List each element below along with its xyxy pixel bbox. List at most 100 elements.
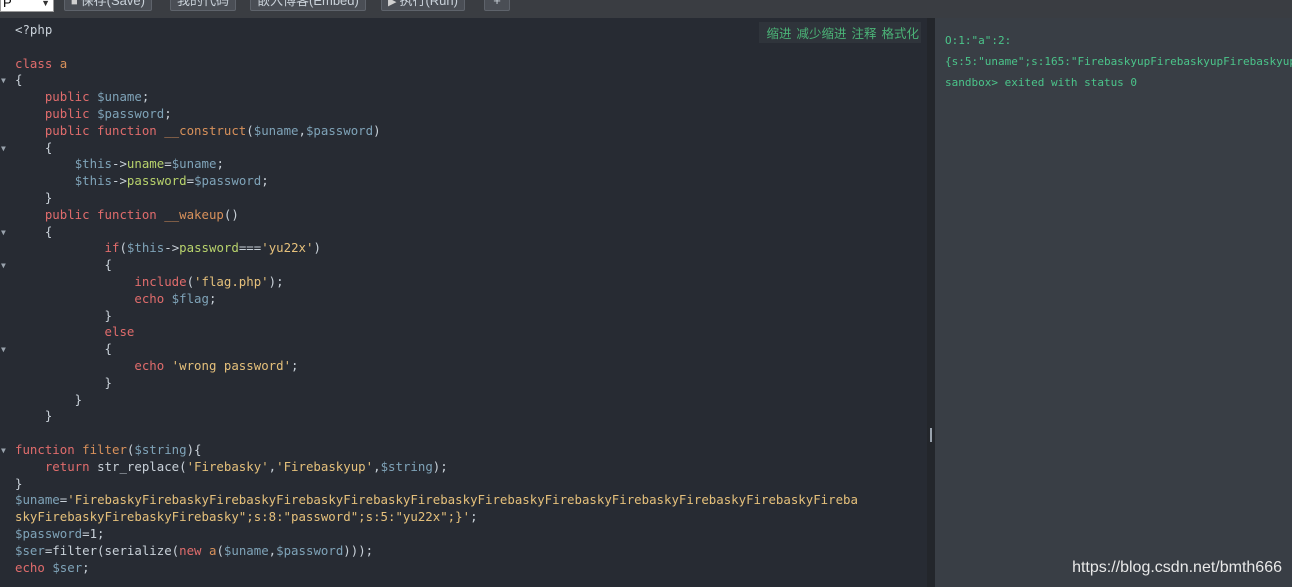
code-line: $password=1; <box>15 526 105 541</box>
code-line: $this->uname=$uname; <box>15 156 224 171</box>
code-token: -> <box>112 173 127 189</box>
fold-arrow-icon[interactable]: ▼ <box>1 144 6 153</box>
code-token: ); <box>432 458 448 474</box>
code-token: ); <box>268 273 284 289</box>
editor-tool-3[interactable]: 格式化 <box>881 27 919 41</box>
output-panel: O:1:"a":2: {s:5:"uname";s:165:"Firebaskyu… <box>935 18 1292 587</box>
editor-tool-0[interactable]: 缩进 <box>766 27 791 41</box>
code-line: { <box>15 140 52 155</box>
code-token: $password <box>194 173 262 189</box>
code-token: 'Firebaskyup' <box>276 458 374 474</box>
code-token: $flag <box>171 290 209 306</box>
code-token: = <box>186 173 195 189</box>
save-icon: ■ <box>71 0 78 8</box>
code-content[interactable]: <?php class a { public $uname; public $p… <box>15 22 858 576</box>
code-line: echo $ser; <box>15 560 90 575</box>
code-token: $password <box>276 542 344 558</box>
code-token: } <box>15 374 112 390</box>
code-line: } <box>15 375 112 390</box>
code-token: else <box>104 324 135 340</box>
splitter-grip-icon[interactable] <box>930 428 932 442</box>
code-token: echo <box>134 290 172 306</box>
code-token: 'yu22x' <box>261 240 314 256</box>
editor-tool-1[interactable]: 减少缩进 <box>796 27 846 41</box>
code-token: $this <box>74 156 112 172</box>
code-token: $password <box>97 105 165 121</box>
code-line: } <box>15 476 22 491</box>
code-line: } <box>15 408 52 423</box>
language-select[interactable]: P ▼ <box>0 0 54 12</box>
code-token: $string <box>380 458 433 474</box>
embed-button[interactable]: 嵌入博客(Embed) <box>250 0 366 11</box>
code-editor[interactable]: ▼ ▼ ▼ ▼ ▼ ▼ <?php class a { public $uname; pu… <box>0 18 927 587</box>
code-line: { <box>15 224 52 239</box>
code-line: if($this->password==='yu22x') <box>15 240 321 255</box>
code-token: public function <box>44 122 165 138</box>
code-token: $uname <box>171 156 217 172</box>
watermark: https://blog.csdn.net/bmth666 <box>1072 559 1282 576</box>
code-token: } <box>15 475 23 491</box>
code-token: { <box>15 72 23 88</box>
code-line: public $password; <box>15 106 172 121</box>
code-token: $uname <box>253 122 299 138</box>
code-token: $ser <box>15 542 45 558</box>
fold-arrow-icon[interactable]: ▼ <box>1 228 6 237</box>
save-button[interactable]: ■ 保存(Save) <box>64 0 152 11</box>
code-token: () <box>223 206 239 222</box>
code-line: { <box>15 72 22 87</box>
code-token: echo <box>15 559 53 575</box>
code-token: $uname <box>97 89 142 105</box>
my-code-button[interactable]: 我的代码 <box>170 0 237 11</box>
code-token: , <box>373 458 381 474</box>
code-token: return <box>44 458 98 474</box>
code-token: $password <box>305 122 374 138</box>
code-token: { <box>15 223 53 239</box>
add-button[interactable]: + <box>484 0 510 11</box>
code-line: public $uname; <box>15 89 149 104</box>
editor-toolbar: 缩进 减少缩进 注释 格式化 <box>759 22 921 43</box>
code-line: } <box>15 308 112 323</box>
fold-arrow-icon[interactable]: ▼ <box>1 345 6 354</box>
code-token: { <box>15 257 112 273</box>
code-token: ( <box>119 240 127 256</box>
pane-splitter[interactable] <box>927 18 935 587</box>
code-token: public <box>44 89 98 105</box>
run-button-label: 执行(Run) <box>399 0 458 8</box>
code-line: { <box>15 341 112 356</box>
my-code-button-label: 我的代码 <box>177 0 230 8</box>
fold-arrow-icon[interactable]: ▼ <box>1 446 6 455</box>
toolbar: P ▼ ■ 保存(Save) 我的代码 嵌入博客(Embed) ▶ 执行(Run) … <box>0 0 1292 18</box>
code-token: ; <box>164 105 172 121</box>
code-token: if <box>104 240 120 256</box>
fold-arrow-icon[interactable]: ▼ <box>1 261 6 270</box>
code-token: new <box>179 542 209 558</box>
code-token: class <box>15 55 60 71</box>
code-line: include('flag.php'); <box>15 273 284 289</box>
code-token: ; <box>216 156 224 172</box>
code-token: { <box>15 341 112 357</box>
code-token: ( <box>186 273 195 289</box>
code-token: $ser <box>52 559 83 575</box>
code-token: { <box>15 139 53 155</box>
code-token: 'FirebaskyFirebaskyFirebaskyFirebaskyFir… <box>67 492 858 508</box>
code-token: 'Firebasky' <box>186 458 269 474</box>
code-line: { <box>15 257 112 272</box>
run-button[interactable]: ▶ 执行(Run) <box>381 0 465 11</box>
code-token: ; <box>208 290 217 306</box>
output-line: O:1:"a":2: <box>945 34 1012 47</box>
code-token: 'flag.php' <box>194 273 269 289</box>
code-token: ; <box>470 509 478 525</box>
code-token: uname <box>126 156 165 172</box>
code-token: public <box>44 105 98 121</box>
fold-arrow-icon[interactable]: ▼ <box>1 76 6 85</box>
editor-tool-2[interactable]: 注释 <box>851 27 876 41</box>
code-line: return str_replace('Firebasky','Firebask… <box>15 459 448 474</box>
code-token: str_replace( <box>97 458 187 474</box>
code-token: === <box>238 240 262 256</box>
